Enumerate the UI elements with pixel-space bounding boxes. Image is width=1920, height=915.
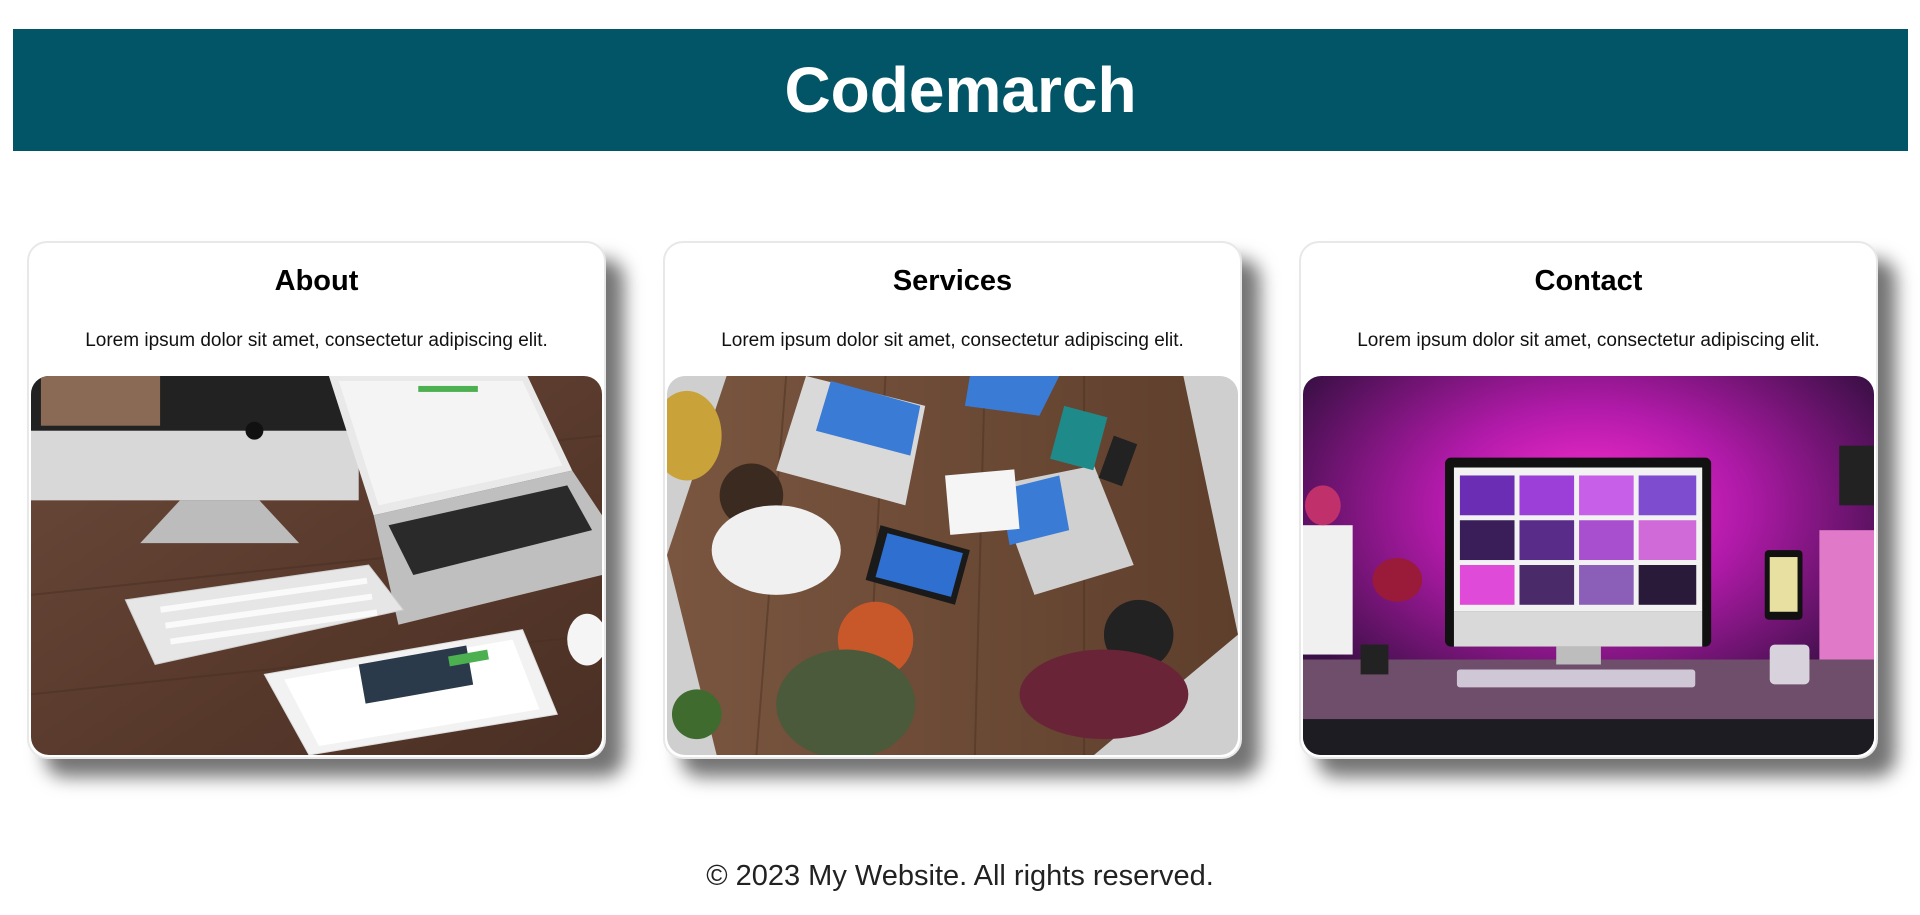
card-title: Contact (1534, 265, 1643, 297)
site-header: Codemarch (13, 29, 1908, 151)
card-text: Lorem ipsum dolor sit amet, consectetur … (1357, 330, 1820, 351)
card-image-workstation (1303, 376, 1874, 755)
card-text: Lorem ipsum dolor sit amet, consectetur … (85, 330, 548, 351)
card-text: Lorem ipsum dolor sit amet, consectetur … (721, 330, 1184, 351)
card-title: About (274, 265, 359, 297)
card-contact: Contact Lorem ipsum dolor sit amet, cons… (1299, 241, 1878, 759)
card-image-meeting (667, 376, 1238, 755)
card-image-desk (31, 376, 602, 755)
site-title: Codemarch (784, 54, 1137, 126)
card-about: About Lorem ipsum dolor sit amet, consec… (27, 241, 606, 759)
card-services: Services Lorem ipsum dolor sit amet, con… (663, 241, 1242, 759)
card-title: Services (892, 265, 1013, 297)
site-footer: © 2023 My Website. All rights reserved. (706, 860, 1214, 892)
